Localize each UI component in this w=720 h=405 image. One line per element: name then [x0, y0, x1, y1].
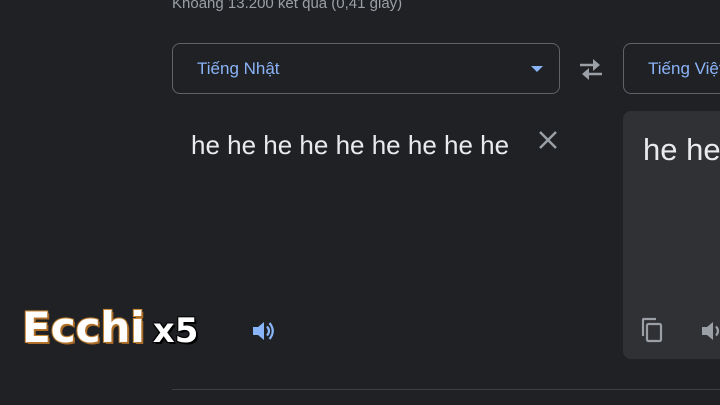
close-icon	[539, 131, 557, 149]
translated-text: he he he he	[643, 132, 720, 167]
source-language-label: Tiếng Nhật	[197, 58, 280, 78]
divider	[172, 389, 720, 390]
video-caption-overlay: Ecchi x5	[21, 302, 199, 353]
translate-page: Khoảng 13.200 kết quả (0,41 giây) Tiếng …	[0, 0, 720, 405]
swap-languages-button[interactable]	[576, 55, 606, 83]
target-language-select[interactable]: Tiếng Việt	[623, 43, 720, 94]
target-language-label: Tiếng Việt	[648, 58, 720, 78]
copy-icon	[641, 317, 663, 343]
listen-source-button[interactable]	[250, 318, 276, 344]
caption-text: Ecchi	[21, 302, 146, 353]
translation-panel: he he he he	[623, 111, 720, 359]
source-text-input[interactable]: he he he he he he he he he	[191, 124, 521, 166]
volume-icon	[702, 322, 720, 340]
listen-translation-button[interactable]	[699, 318, 720, 344]
result-stats: Khoảng 13.200 kết quả (0,41 giây)	[172, 0, 403, 12]
clear-source-button[interactable]	[536, 128, 560, 152]
copy-translation-button[interactable]	[639, 316, 665, 344]
chevron-down-icon	[531, 66, 543, 72]
volume-icon	[253, 322, 274, 340]
swap-languages-icon	[580, 59, 602, 80]
caption-multiplier: x5	[152, 311, 199, 351]
source-language-select[interactable]: Tiếng Nhật	[172, 43, 560, 94]
